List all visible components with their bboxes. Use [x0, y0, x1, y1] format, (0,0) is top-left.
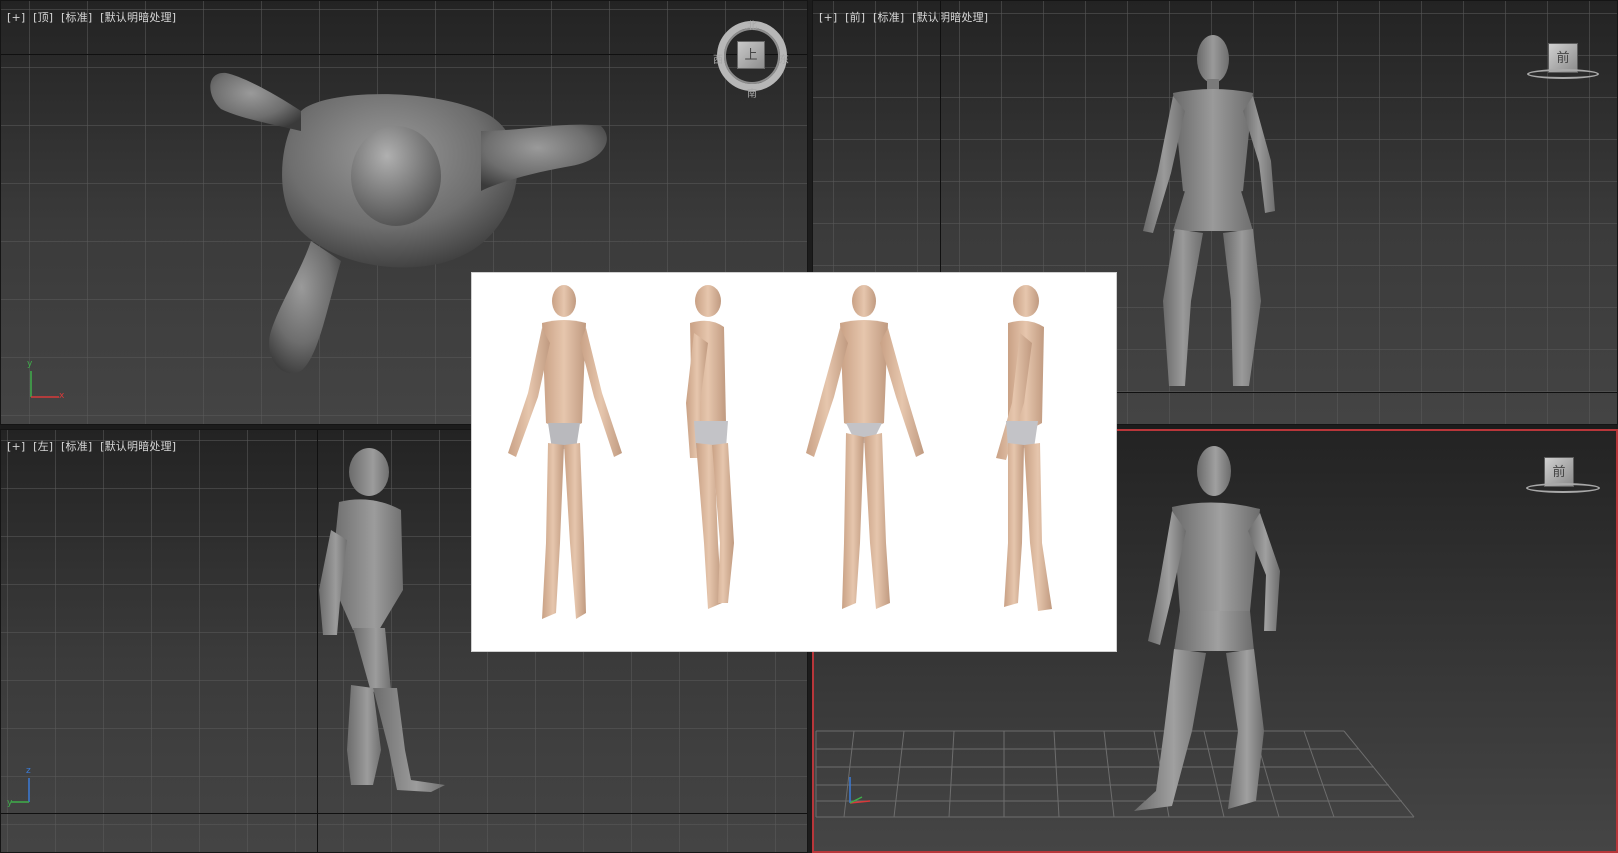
axis-label-y: y	[7, 798, 13, 808]
reference-view-side-left	[686, 285, 734, 609]
reference-view-back	[806, 285, 924, 609]
reference-view-front	[508, 285, 622, 619]
axis-gizmo-perspective	[844, 771, 884, 811]
reference-figure-turnaround	[508, 285, 1052, 619]
viewcube-base-ring[interactable]	[1526, 483, 1600, 493]
viewcube-base-ring[interactable]	[1527, 69, 1599, 79]
reference-view-side-right	[996, 285, 1052, 611]
reference-image-overlay	[472, 273, 1116, 651]
compass-south-label[interactable]: 南	[747, 85, 757, 100]
axis-gizmo-left: z y	[7, 766, 49, 812]
compass-north-label[interactable]: 北	[747, 17, 757, 32]
3ds-max-workspace: [+] [顶] [标准] [默认明暗处理] 上 北 南 东 西 y x [+] …	[0, 0, 1618, 853]
axis-label-x: x	[59, 391, 65, 401]
viewcube-top[interactable]: 上	[737, 41, 765, 69]
axis-label-y: y	[27, 359, 33, 369]
compass-west-label[interactable]: 西	[713, 51, 723, 66]
compass-east-label[interactable]: 东	[779, 51, 789, 66]
axis-label-z: z	[26, 766, 31, 776]
axis-gizmo-top: y x	[25, 359, 65, 403]
